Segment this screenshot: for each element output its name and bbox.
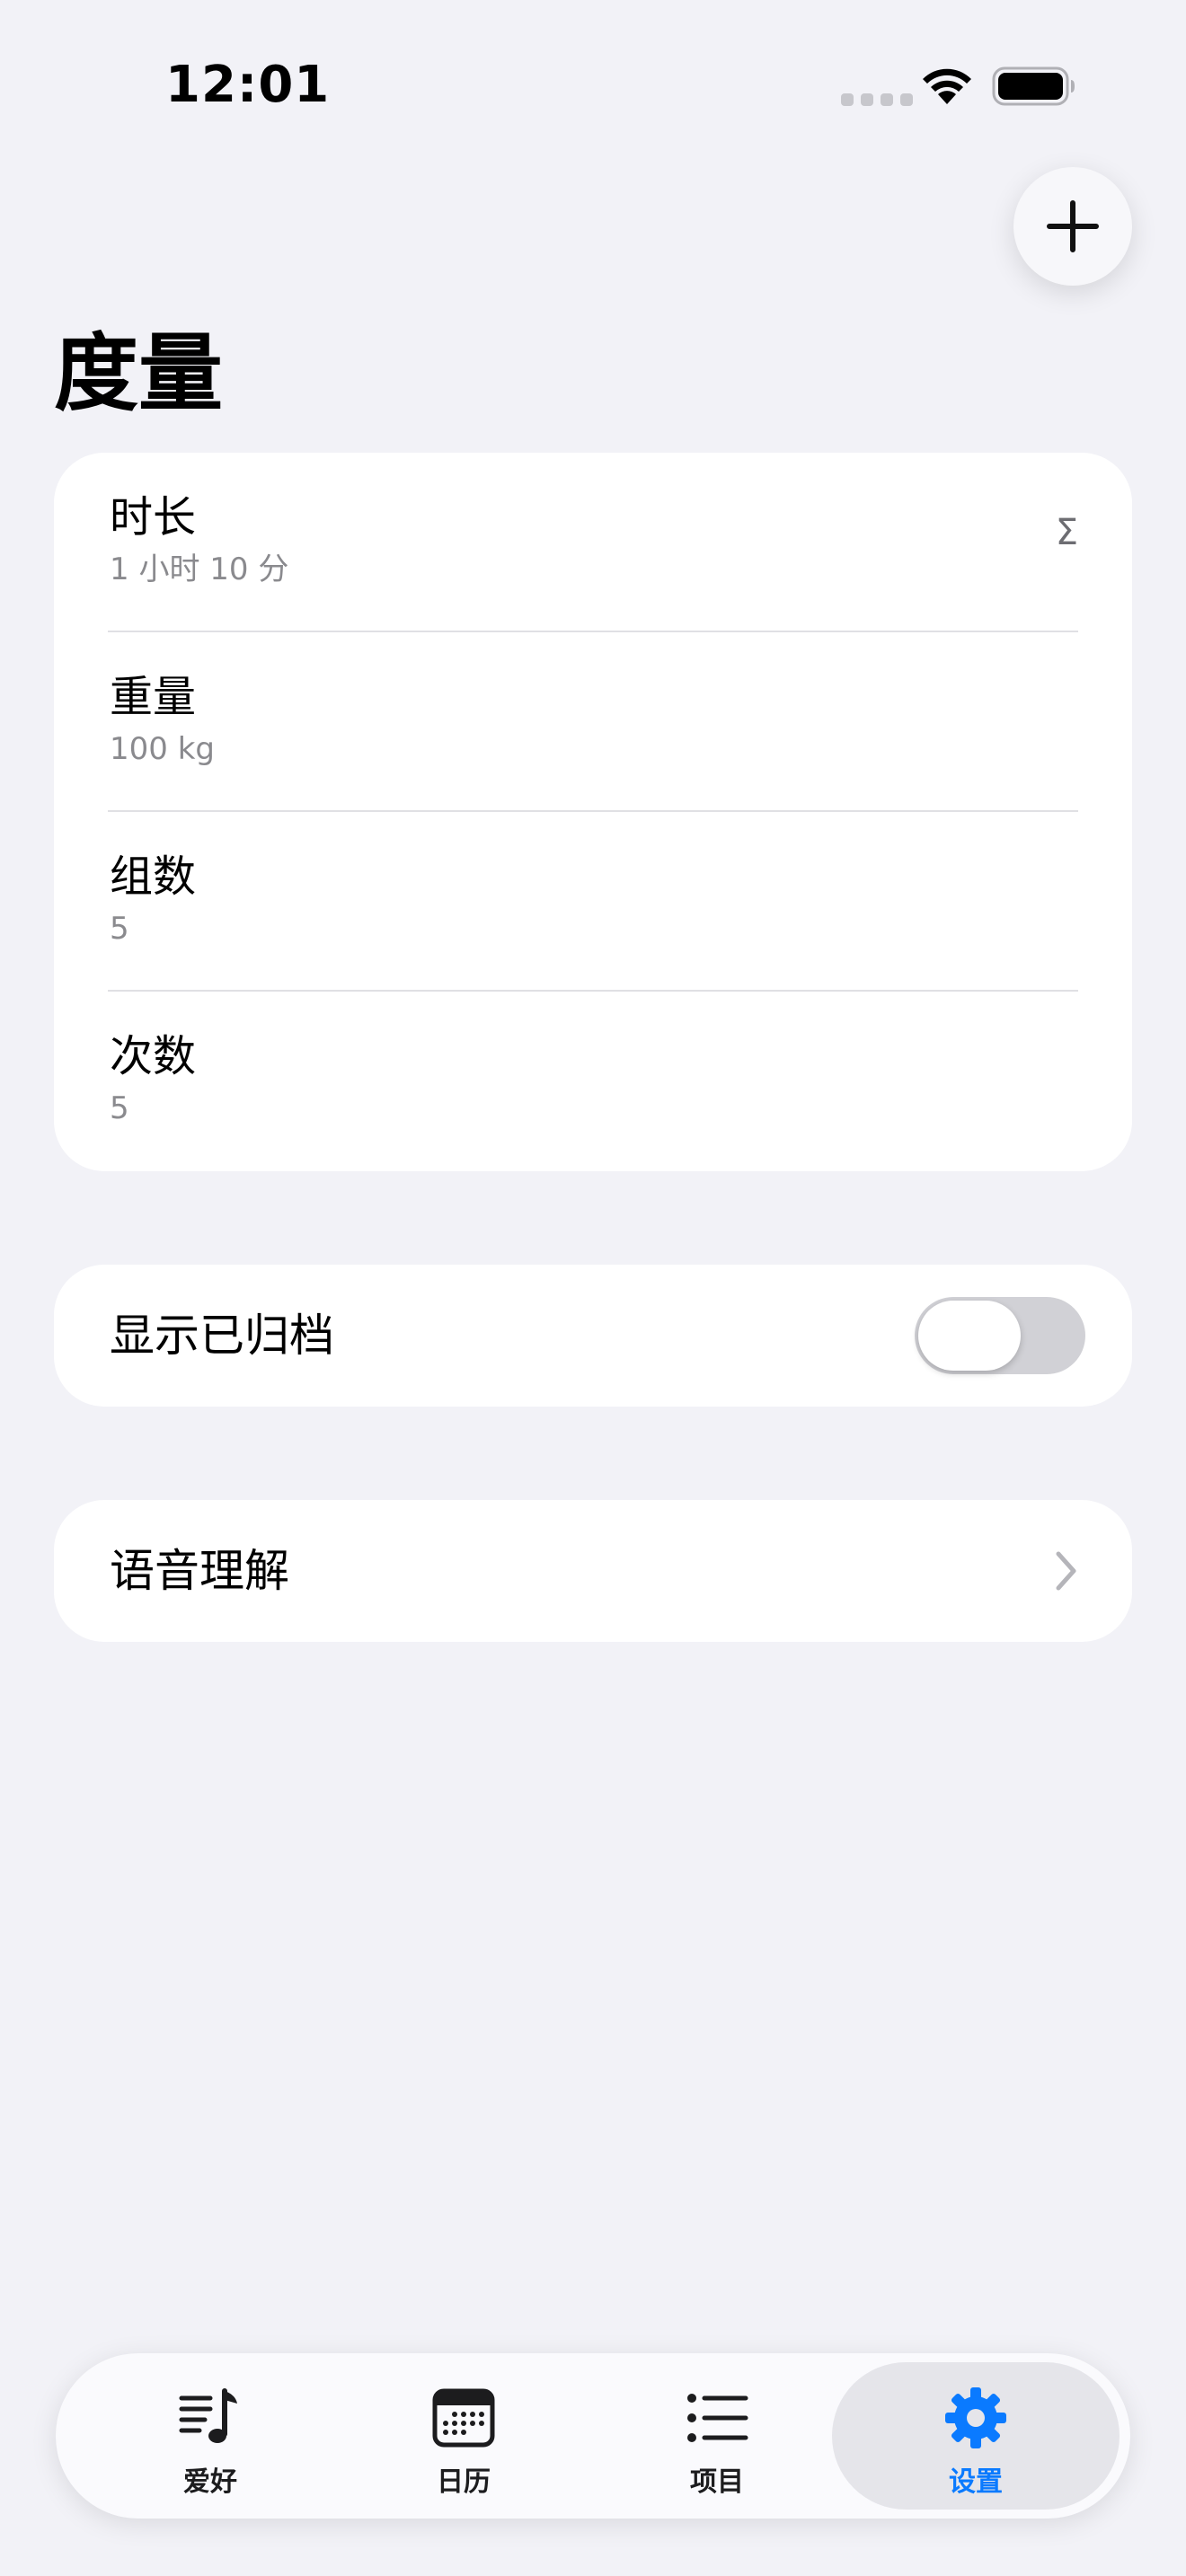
tab-settings[interactable]: 设置 (832, 2362, 1120, 2510)
sigma-icon: Σ (1055, 512, 1078, 553)
chevron-right-icon (1056, 1551, 1076, 1591)
tab-hobbies[interactable]: 爱好 (66, 2362, 354, 2510)
show-archived-label: 显示已归档 (110, 1310, 334, 1362)
tab-calendar[interactable]: 日历 (320, 2362, 607, 2510)
show-archived-toggle[interactable] (915, 1297, 1085, 1374)
voice-understanding-label: 语音理解 (110, 1545, 289, 1597)
metric-name: 重量 (110, 672, 197, 722)
tab-projects[interactable]: 项目 (573, 2362, 861, 2510)
metric-row-weight[interactable]: 重量 100 kg (54, 632, 1132, 812)
list-icon (687, 2394, 748, 2442)
metric-name: 组数 (110, 851, 197, 902)
metric-value: 5 (110, 911, 129, 947)
battery-icon (992, 66, 1075, 106)
tab-label: 项目 (690, 2466, 744, 2498)
metric-row-sets[interactable]: 组数 5 (54, 812, 1132, 992)
toggle-knob (918, 1301, 1021, 1371)
add-button[interactable] (1013, 167, 1132, 286)
cellular-signal-icon (841, 93, 913, 106)
calendar-icon (432, 2388, 495, 2448)
page-title: 度量 (54, 325, 224, 423)
status-time: 12:01 (165, 56, 331, 114)
metric-value: 1 小时 10 分 (110, 551, 289, 587)
metric-name: 次数 (110, 1031, 197, 1081)
tab-label: 日历 (437, 2466, 491, 2498)
metric-row-duration[interactable]: 时长 1 小时 10 分 Σ (54, 453, 1132, 632)
tab-label: 设置 (949, 2466, 1003, 2498)
metric-name: 时长 (110, 492, 197, 543)
metric-value: 100 kg (110, 731, 215, 767)
metric-value: 5 (110, 1090, 129, 1126)
wifi-icon (923, 68, 971, 104)
metric-row-reps[interactable]: 次数 5 (54, 992, 1132, 1171)
voice-understanding-row[interactable]: 语音理解 (54, 1500, 1132, 1642)
status-bar: 12:01 (0, 0, 1186, 171)
music-list-icon (179, 2388, 237, 2443)
gear-icon (945, 2387, 1006, 2448)
tab-label: 爱好 (183, 2466, 237, 2498)
plus-icon (1047, 200, 1099, 252)
metrics-card: 时长 1 小时 10 分 Σ 重量 100 kg 组数 5 次数 5 (54, 453, 1132, 1171)
show-archived-row: 显示已归档 (54, 1265, 1132, 1407)
tab-bar: 爱好 日历 项目 设置 (56, 2353, 1130, 2519)
